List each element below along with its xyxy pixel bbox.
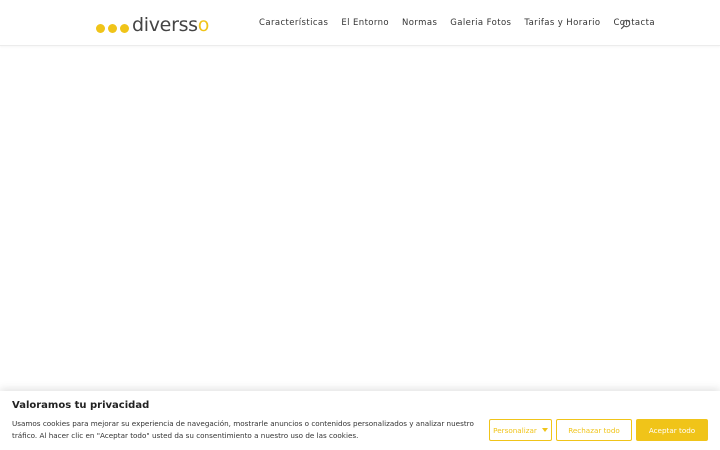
cookie-banner-title: Valoramos tu privacidad [12,400,150,411]
logo-dot [108,24,117,33]
accept-all-button[interactable]: Aceptar todo [636,419,708,441]
main-nav: Características El Entorno Normas Galeri… [259,17,668,29]
search-icon[interactable] [620,17,631,30]
chevron-down-icon [541,428,548,432]
logo-dot [96,24,105,33]
nav-item-caracteristicas[interactable]: Características [259,17,328,29]
customize-button[interactable]: Personalizar [489,419,552,441]
nav-item-normas[interactable]: Normas [402,17,437,29]
logo-text: diversso [132,15,209,35]
logo-text-suffix: o [197,14,210,36]
cookie-banner-text: Usamos cookies para mejorar su experienc… [12,419,474,440]
nav-item-el-entorno[interactable]: El Entorno [341,17,389,29]
customize-button-label: Personalizar [493,425,537,435]
site-header: diversso Características El Entorno Norm… [0,0,720,46]
reject-all-button[interactable]: Rechazar todo [556,419,632,441]
site-logo[interactable]: diversso [96,11,209,35]
nav-item-galeria-fotos[interactable]: Galeria Fotos [450,17,511,29]
cookie-banner: Valoramos tu privacidad Usamos cookies p… [0,391,720,450]
nav-item-tarifas-y-horario[interactable]: Tarifas y Horario [524,17,600,29]
logo-dot [120,24,129,33]
logo-text-prefix: diverss [132,14,198,36]
